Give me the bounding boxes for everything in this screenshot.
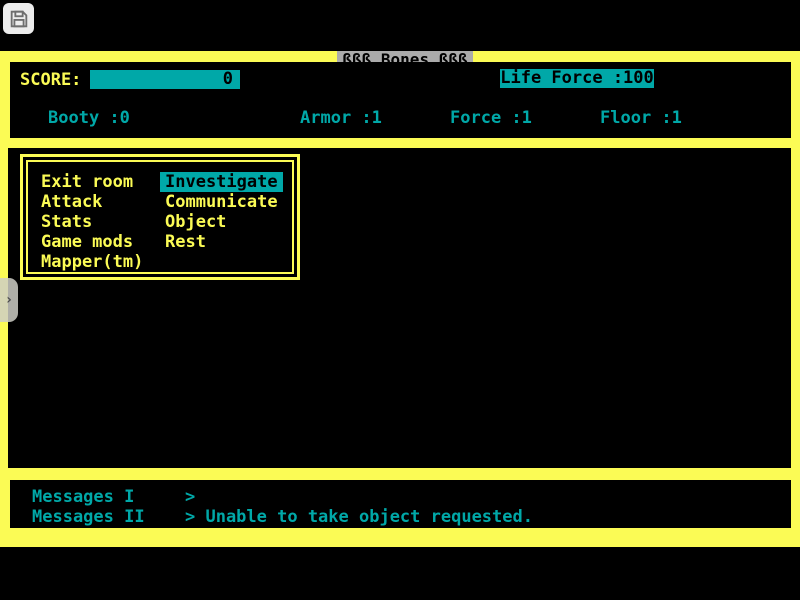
menu-item-stats[interactable]: Stats bbox=[41, 212, 92, 232]
menu-item-object[interactable]: Object bbox=[165, 212, 226, 232]
life-force-value: Life Force :100 bbox=[500, 68, 654, 88]
menu-item-mapper[interactable]: Mapper(tm) bbox=[41, 252, 143, 272]
room-panel: Exit room Attack Stats Game mods Mapper(… bbox=[8, 148, 791, 468]
menu-item-exit-room[interactable]: Exit room bbox=[41, 172, 133, 192]
menu-item-game-mods[interactable]: Game mods bbox=[41, 232, 133, 252]
messages-1-text: > bbox=[185, 488, 195, 507]
action-menu: Exit room Attack Stats Game mods Mapper(… bbox=[20, 154, 300, 280]
life-force-bar: Life Force :100 bbox=[500, 69, 654, 88]
sidebar-drawer-handle[interactable]: › bbox=[0, 278, 18, 322]
stat-force: Force :1 bbox=[450, 109, 532, 128]
menu-item-rest[interactable]: Rest bbox=[165, 232, 206, 252]
score-label: SCORE: bbox=[20, 71, 81, 90]
messages-2-label: Messages II bbox=[32, 508, 145, 527]
menu-item-communicate[interactable]: Communicate bbox=[165, 192, 278, 212]
floppy-disk-icon bbox=[8, 8, 30, 30]
stat-floor: Floor :1 bbox=[600, 109, 682, 128]
menu-item-investigate-selected[interactable]: Investigate bbox=[160, 172, 283, 192]
stat-armor: Armor :1 bbox=[300, 109, 382, 128]
game-frame: ßßß Bones ßßß SCORE: 0 Life Force :100 B… bbox=[0, 51, 800, 547]
messages-2-text: > Unable to take object requested. bbox=[185, 508, 533, 527]
score-value: 0 bbox=[223, 69, 233, 89]
messages-1-label: Messages I bbox=[32, 488, 134, 507]
chevron-right-icon: › bbox=[5, 292, 13, 308]
messages-panel: Messages I > Messages II > Unable to tak… bbox=[10, 480, 791, 528]
save-button[interactable] bbox=[3, 3, 34, 34]
menu-item-attack[interactable]: Attack bbox=[41, 192, 102, 212]
score-bar: 0 bbox=[90, 70, 240, 89]
stat-booty: Booty :0 bbox=[48, 109, 130, 128]
stats-panel: SCORE: 0 Life Force :100 Booty :0 Armor … bbox=[10, 62, 791, 138]
